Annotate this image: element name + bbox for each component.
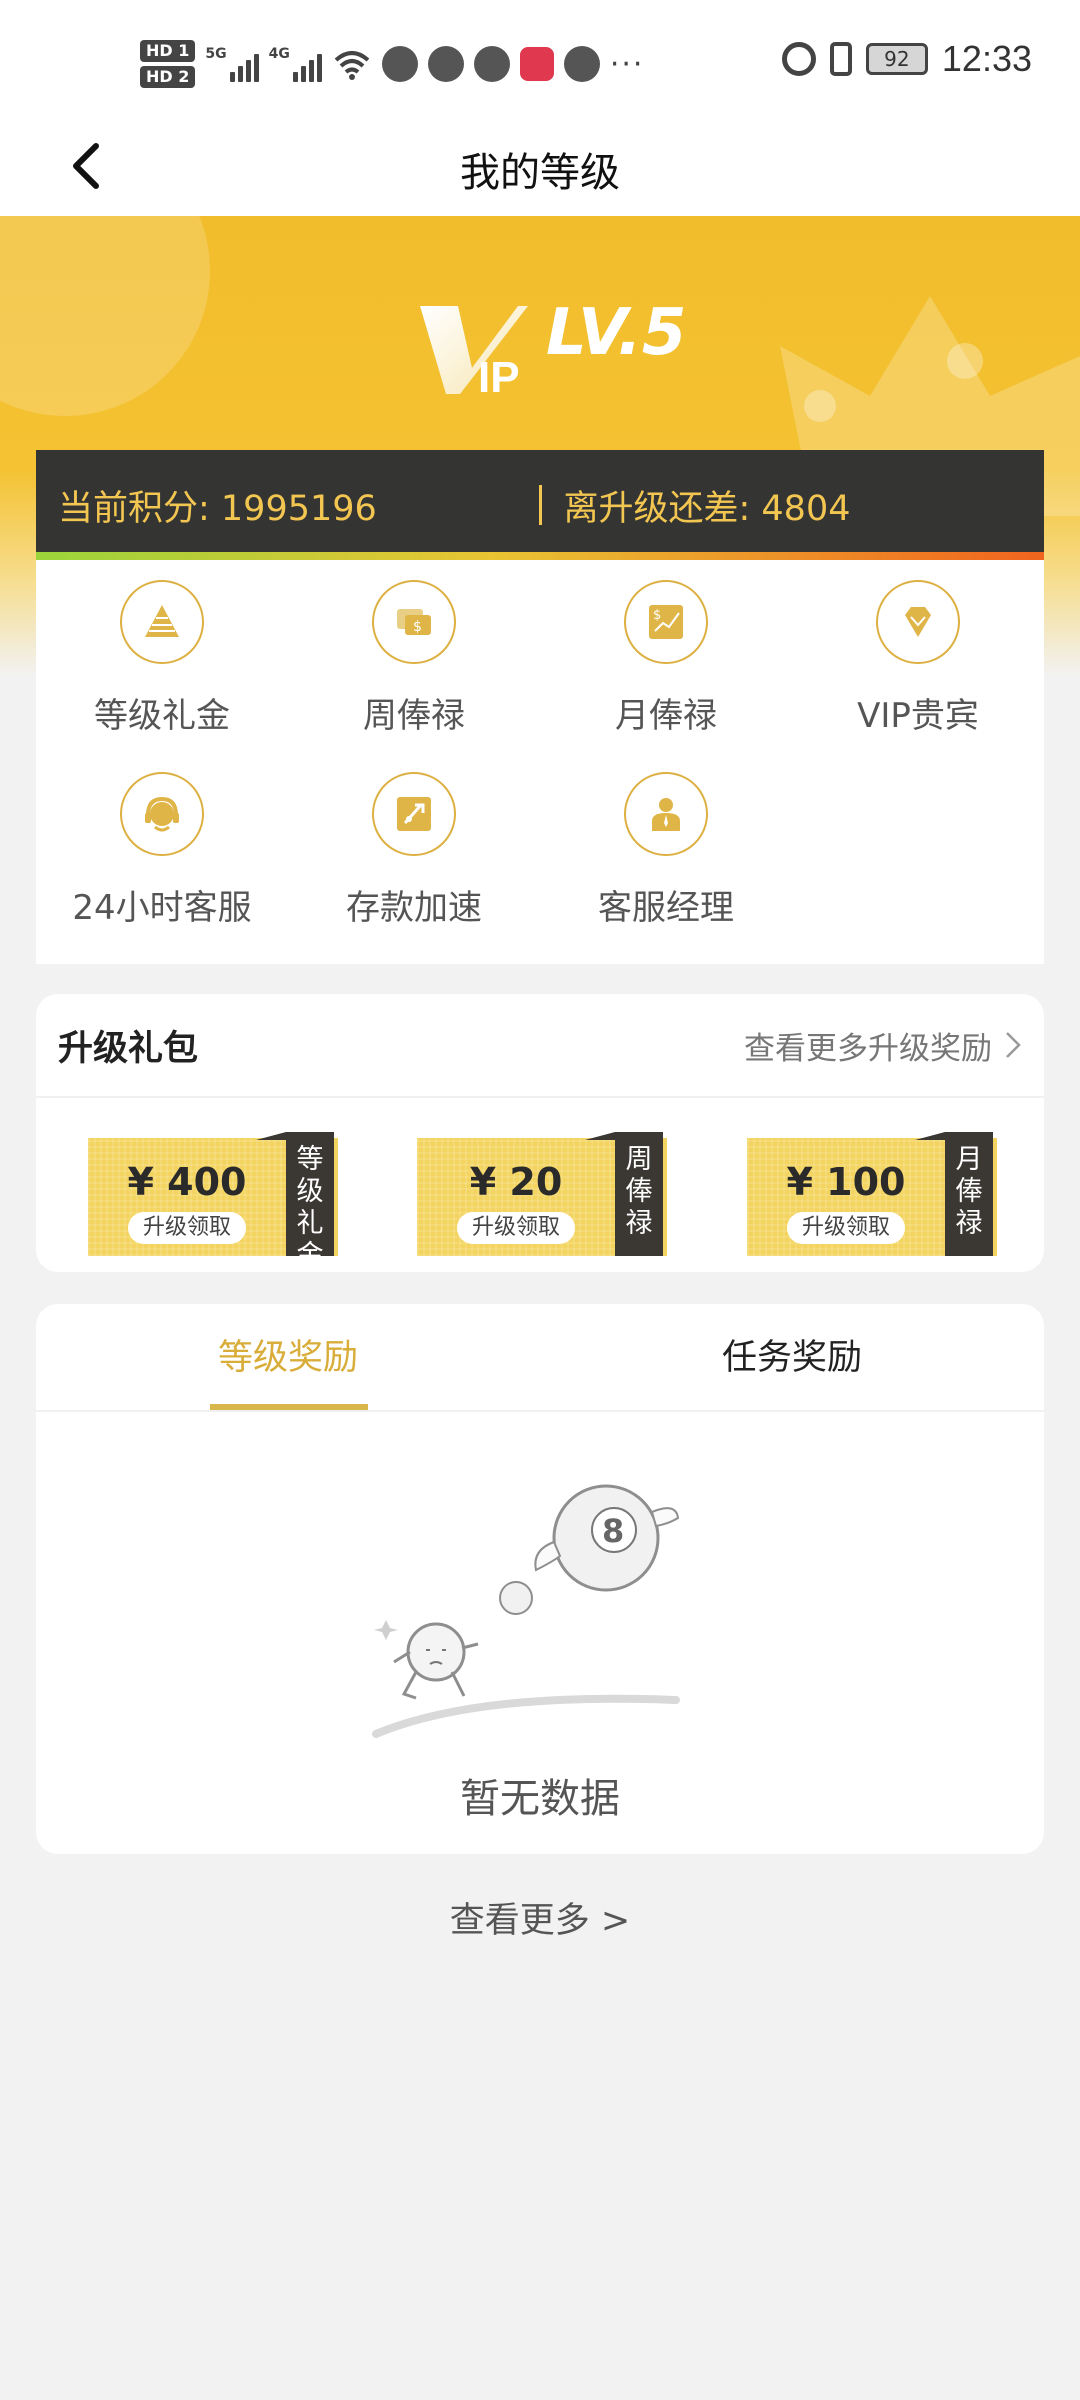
benefit-label: 存款加速 [346,888,482,928]
page-title: 我的等级 [460,150,620,196]
chevron-right-icon [1006,1032,1021,1058]
network-5g-label: 5G [205,46,227,62]
benefit-label: 等级礼金 [94,696,230,736]
network-4g-label: 4G [268,46,290,62]
benefit-24h-support[interactable]: 24小时客服 [36,772,288,929]
level-progress-bar [36,552,1044,560]
ticket-edge [993,1138,997,1256]
benefit-label: 24小时客服 [72,888,252,928]
view-more-rewards-link[interactable]: 查看更多升级奖励 [744,1023,1022,1068]
vip-level-label: LV.5 [546,296,687,370]
benefit-label: 周俸禄 [363,696,465,736]
pyramid-icon [145,605,179,637]
points-bar: 当前积分: 1995196 离升级还差: 4804 [36,450,1044,560]
benefit-account-manager[interactable]: 客服经理 [540,772,792,929]
gift-ticket-weekly-salary[interactable]: ¥ 20 升级领取 周俸禄 [417,1132,667,1256]
ticket-amount: ¥ 400 [127,1160,247,1204]
clock: 12:33 [941,38,1032,79]
money-card-icon: $ [397,609,431,635]
wechat-icon [381,46,418,82]
ticket-tag: 等级礼金 [296,1144,324,1271]
manager-icon [652,798,680,831]
chat-icon [473,46,510,82]
alarm-icon [781,42,816,76]
signal-4g-icon: 4G [269,46,322,82]
current-points: 当前积分: 1995196 [58,488,377,529]
gift-title: 升级礼包 [58,1028,199,1069]
ticket-edge [663,1138,667,1256]
battery-icon: 92 [865,43,928,75]
chart-dollar-icon: $ [649,605,683,639]
gift-header: 升级礼包 查看更多升级奖励 [36,994,1044,1098]
ticket-tag: 周俸禄 [625,1144,653,1239]
hd-1-label: HD 1 [140,40,196,62]
svg-text:$: $ [653,608,661,623]
ticket-claim-label: 升级领取 [787,1212,905,1244]
svg-text:IP: IP [478,353,520,402]
vibrate-icon [829,42,852,76]
hd-indicators: HD 1 HD 2 [140,40,196,88]
rocket-icon [397,797,431,831]
ticket-claim-label: 升级领取 [128,1212,246,1244]
benefit-level-gift[interactable]: 等级礼金 [36,580,288,737]
hd-2-label: HD 2 [140,66,196,88]
points-to-upgrade: 离升级还差: 4804 [563,488,851,529]
browser-icon [427,46,464,82]
rewards-tabs-card: 等级奖励 任务奖励 8 暂无数据 [36,1304,1044,1854]
ticket-amount: ¥ 20 [469,1160,563,1204]
battery-level: 92 [884,47,910,71]
empty-state-text: 暂无数据 [460,1776,620,1822]
headset-icon [145,796,179,832]
gift-ticket-level-gift[interactable]: ¥ 400 升级领取 等级礼金 [88,1132,338,1271]
svg-text:$: $ [413,619,422,635]
tab-level-rewards[interactable]: 等级奖励 [36,1304,540,1410]
tab-task-rewards[interactable]: 任务奖励 [540,1304,1044,1410]
benefits-grid: 等级礼金 $ 周俸禄 $ 月俸禄 VIP贵宾 24小时客服 存款加速 客服经理 [36,560,1044,964]
benefit-deposit-boost[interactable]: 存款加速 [288,772,540,929]
gift-ticket-monthly-salary[interactable]: ¥ 100 升级领取 月俸禄 [747,1132,997,1256]
svg-text:8: 8 [602,1512,624,1550]
ticket-claim-label: 升级领取 [457,1212,575,1244]
benefit-weekly-salary[interactable]: $ 周俸禄 [288,580,540,737]
tab-bar: 等级奖励 任务奖励 [36,1304,1044,1412]
signal-5g-icon: 5G [205,46,259,82]
ticket-amount: ¥ 100 [786,1160,906,1204]
benefit-label: VIP贵宾 [857,696,979,736]
ticket-tag: 月俸禄 [955,1144,983,1239]
more-notifications-icon: ··· [609,46,645,82]
view-more-rewards-label: 查看更多升级奖励 [744,1030,992,1067]
decor-circle [0,216,210,416]
benefit-vip-guest[interactable]: VIP贵宾 [792,580,1044,737]
benefit-label: 月俸禄 [615,696,717,736]
message-icon [563,46,600,82]
status-bar-right: 92 12:33 [781,38,1032,80]
benefit-monthly-salary[interactable]: $ 月俸禄 [540,580,792,737]
view-more-link[interactable]: 查看更多 > [0,1892,1080,1943]
status-bar: HD 1 HD 2 5G 4G ··· 92 12:33 [0,0,1080,130]
ticket-edge [334,1138,338,1256]
reader-icon [519,47,554,81]
status-bar-left: HD 1 HD 2 5G 4G ··· [140,34,644,94]
navigation-bar: 我的等级 [0,118,1080,216]
empty-state-illustration: 8 [372,1484,680,1738]
upgrade-gift-card: 升级礼包 查看更多升级奖励 ¥ 400 升级领取 等级礼金 ¥ 20 升级领取 … [36,994,1044,1272]
benefit-label: 客服经理 [598,888,734,928]
diamond-icon [905,607,931,637]
wifi-icon [334,51,370,80]
